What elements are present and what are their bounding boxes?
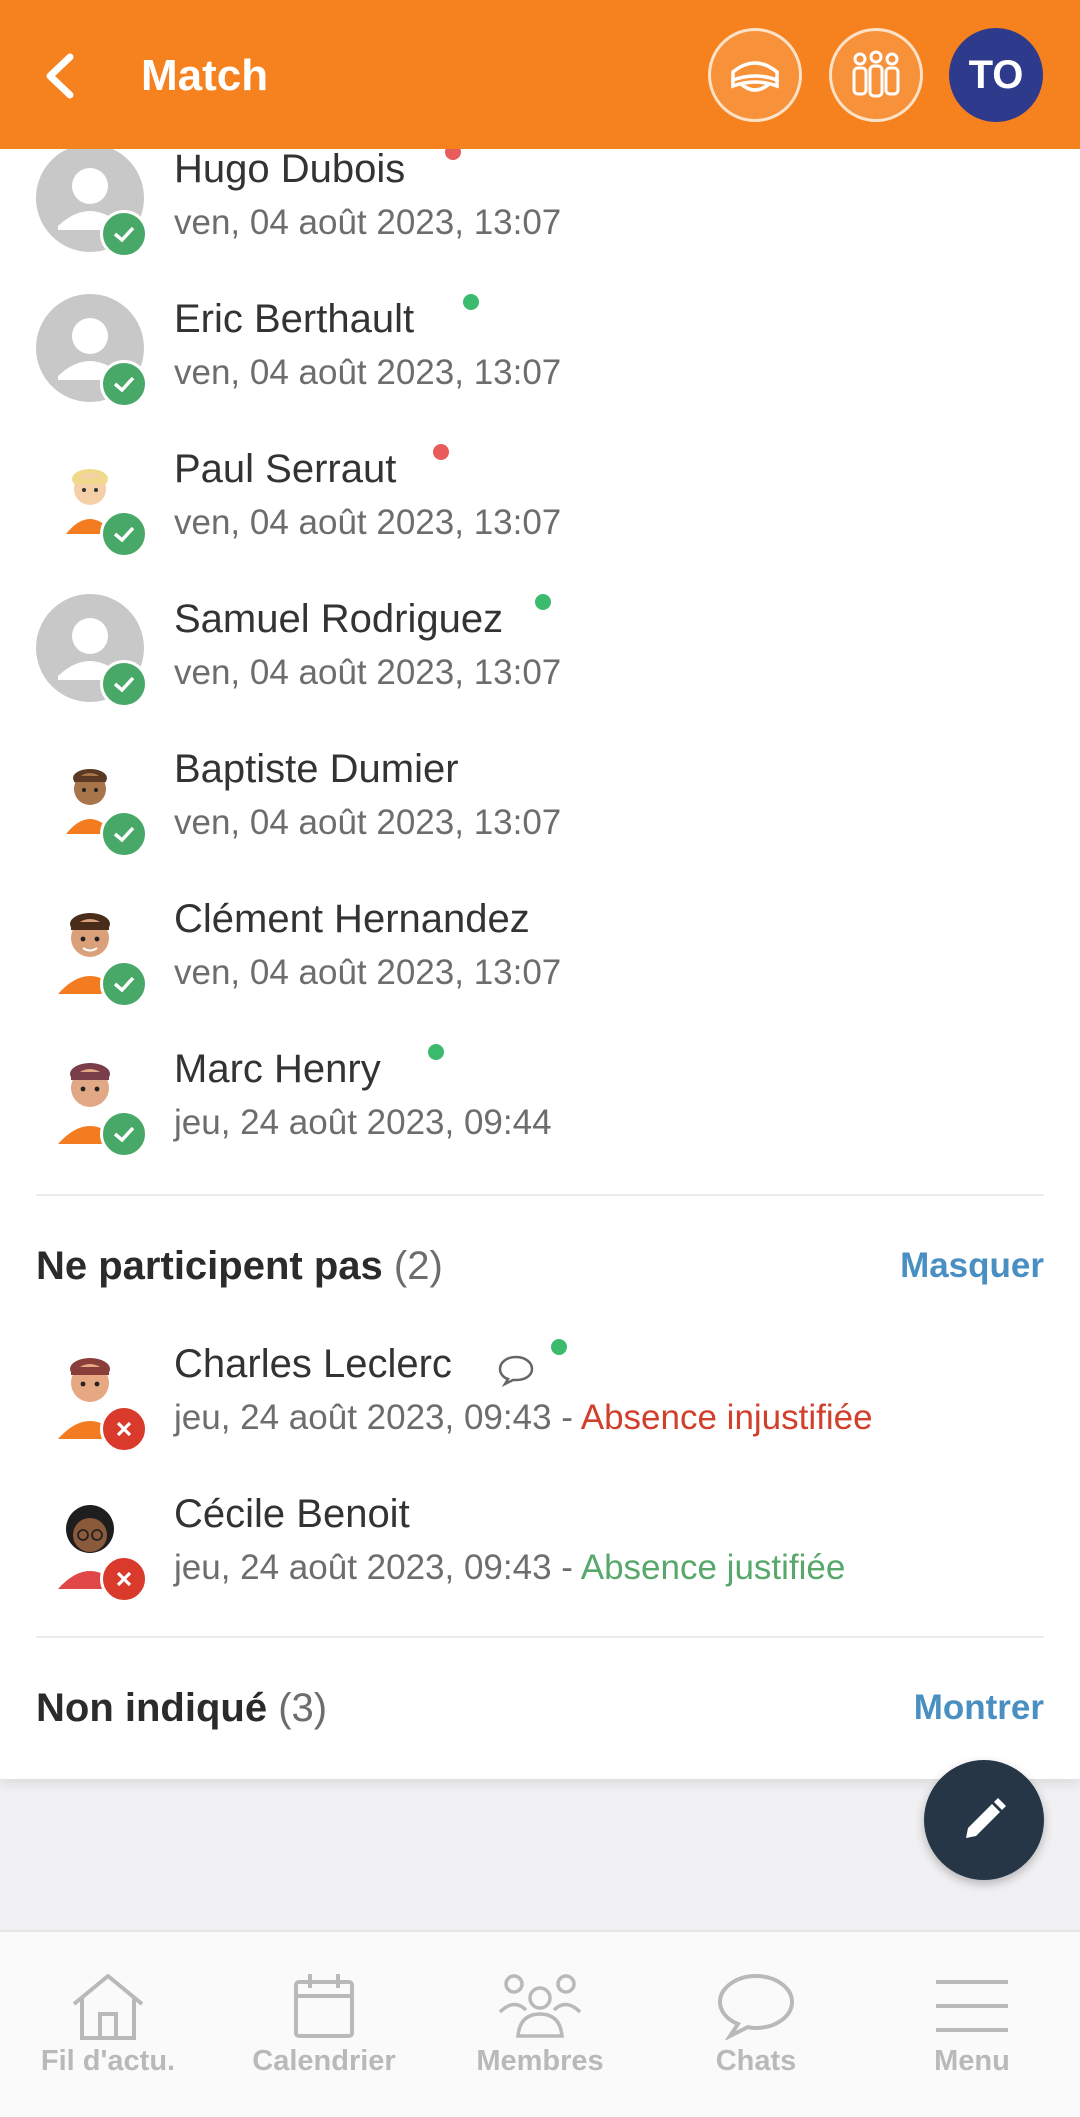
- participant-row[interactable]: Hugo Dubois ven, 04 août 2023, 13:07: [0, 144, 1080, 294]
- nav-item-menu[interactable]: Menu: [864, 1932, 1080, 2117]
- participant-date: ven, 04 août 2023, 13:07: [174, 353, 562, 392]
- cross-icon: [100, 1555, 148, 1603]
- absence-reason: Absence injustifiée: [580, 1398, 873, 1437]
- participant-name: Samuel Rodriguez: [174, 597, 504, 641]
- participant-name: Baptiste Dumier: [174, 747, 459, 791]
- participant-date: jeu, 24 août 2023, 09:43 - Absence injus…: [174, 1398, 873, 1437]
- player-avatar: [36, 744, 148, 858]
- participant-row[interactable]: Paul Serraut ven, 04 août 2023, 13:07: [0, 444, 1080, 594]
- participant-name: Charles Leclerc: [174, 1342, 452, 1386]
- non-participant-row[interactable]: Charles Leclerc jeu, 24 août 2023, 09:43…: [0, 1339, 1080, 1489]
- participant-date: jeu, 24 août 2023, 09:43 - Absence justi…: [174, 1548, 846, 1587]
- player-avatar: [36, 444, 148, 558]
- default-avatar: [36, 144, 148, 258]
- participant-row[interactable]: Marc Henry jeu, 24 août 2023, 09:44: [0, 1044, 1080, 1194]
- status-dot: [463, 294, 479, 310]
- edit-button[interactable]: [924, 1760, 1044, 1880]
- check-icon: [100, 510, 148, 558]
- status-dot: [433, 444, 449, 460]
- coach-hat-button[interactable]: [708, 28, 802, 122]
- comment-icon[interactable]: [497, 1353, 535, 1387]
- nav-item-calendar[interactable]: Calendrier: [216, 1932, 432, 2117]
- check-icon: [100, 210, 148, 258]
- default-avatar: [36, 594, 148, 708]
- user-avatar[interactable]: TO: [949, 28, 1043, 122]
- nav-item-members[interactable]: Membres: [432, 1932, 648, 2117]
- section-divider: [36, 1194, 1044, 1196]
- home-icon: [58, 1966, 158, 2046]
- participant-date: ven, 04 août 2023, 13:07: [174, 653, 562, 692]
- participant-name: Eric Berthault: [174, 297, 415, 341]
- attendance-list: Hugo Dubois ven, 04 août 2023, 13:07 Eri…: [0, 144, 1080, 1779]
- calendar-icon: [274, 1966, 374, 2046]
- player-avatar: [36, 1044, 148, 1158]
- player-avatar: [36, 1489, 148, 1603]
- participant-date: ven, 04 août 2023, 13:07: [174, 503, 562, 542]
- nav-item-feed[interactable]: Fil d'actu.: [0, 1932, 216, 2117]
- participant-row[interactable]: Baptiste Dumier ven, 04 août 2023, 13:07: [0, 744, 1080, 894]
- check-icon: [100, 810, 148, 858]
- nav-item-chats[interactable]: Chats: [648, 1932, 864, 2117]
- participant-date: jeu, 24 août 2023, 09:44: [174, 1103, 552, 1142]
- player-avatar: [36, 1339, 148, 1453]
- participant-row[interactable]: Samuel Rodriguez ven, 04 août 2023, 13:0…: [0, 594, 1080, 744]
- coach-hat-icon: [731, 61, 779, 92]
- back-button[interactable]: [30, 40, 90, 112]
- bottom-navigation: Fil d'actu. Calendrier Membres Chats Men…: [0, 1930, 1080, 2117]
- status-dot: [428, 1044, 444, 1060]
- section-title-not-indicated: Non indiqué (3): [36, 1686, 328, 1730]
- check-icon: [100, 360, 148, 408]
- cross-icon: [100, 1405, 148, 1453]
- menu-icon: [922, 1966, 1022, 2046]
- participant-name: Hugo Dubois: [174, 147, 406, 191]
- top-app-bar: Match TO: [0, 0, 1080, 149]
- participant-date: ven, 04 août 2023, 13:07: [174, 203, 562, 242]
- team-icon: [852, 50, 900, 98]
- status-dot: [551, 1339, 567, 1355]
- participant-name: Clément Hernandez: [174, 897, 530, 941]
- members-icon: [490, 1966, 590, 2046]
- non-participant-row[interactable]: Cécile Benoit jeu, 24 août 2023, 09:43 -…: [0, 1489, 1080, 1639]
- participant-date: ven, 04 août 2023, 13:07: [174, 953, 562, 992]
- participant-name: Cécile Benoit: [174, 1492, 410, 1536]
- page-title: Match: [141, 51, 269, 100]
- participant-row[interactable]: Clément Hernandez ven, 04 août 2023, 13:…: [0, 894, 1080, 1044]
- participant-name: Marc Henry: [174, 1047, 381, 1091]
- check-icon: [100, 960, 148, 1008]
- participant-date: ven, 04 août 2023, 13:07: [174, 803, 562, 842]
- absence-reason: Absence justifiée: [580, 1548, 846, 1587]
- participant-row[interactable]: Eric Berthault ven, 04 août 2023, 13:07: [0, 294, 1080, 444]
- check-icon: [100, 1110, 148, 1158]
- pencil-icon: [966, 1798, 1006, 1838]
- hide-button[interactable]: Masquer: [900, 1241, 1044, 1291]
- show-button[interactable]: Montrer: [914, 1683, 1044, 1733]
- chat-icon: [706, 1966, 806, 2046]
- section-title-not-participating: Ne participent pas (2): [36, 1244, 443, 1288]
- player-avatar: [36, 894, 148, 1008]
- default-avatar: [36, 294, 148, 408]
- section-divider: [36, 1636, 1044, 1638]
- status-dot: [535, 594, 551, 610]
- chevron-left-icon: [46, 53, 74, 99]
- check-icon: [100, 660, 148, 708]
- participant-name: Paul Serraut: [174, 447, 397, 491]
- team-button[interactable]: [829, 28, 923, 122]
